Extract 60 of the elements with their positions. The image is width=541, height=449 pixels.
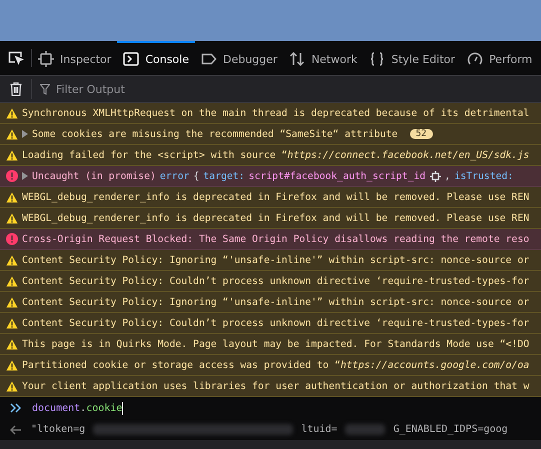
repeat-count-badge: 52 — [410, 129, 433, 139]
message-text: Uncaught (in promise) — [32, 170, 156, 182]
message-text: Content Security Policy: Couldn’t process unknown directive ‘require-trusted-types-for — [22, 276, 530, 286]
message-text: WEBGL_debug_renderer_info is deprecated in Firefox and will be removed. Please use REN — [22, 212, 530, 224]
message-text: Content Security Policy: Ignoring “'unsafe-inline'” within script-src: nonce-source or — [22, 296, 530, 308]
prompt-chevron-icon — [10, 403, 22, 413]
message-text: Some cookies are misusing the recommended “SameSite“ attribute — [32, 128, 398, 140]
message-text: Synchronous XMLHttpRequest on the main thread is deprecated because of its detrimental — [22, 108, 530, 118]
element-picker-icon — [8, 50, 24, 66]
message-text: Content Security Policy: Ignoring “'unsafe-inline'” within script-src: nonce-source or — [22, 254, 530, 266]
result-text: "ltoken=g — [31, 424, 86, 435]
result-arrow-icon — [10, 424, 21, 434]
devtools-tab[interactable]: Perform — [461, 41, 538, 75]
message-text: Cross-Origin Request Blocked: The Same Origin Policy disallows reading the remote reso — [22, 234, 530, 244]
gauge-icon — [467, 51, 484, 67]
warning-icon — [6, 108, 18, 118]
node-target-icon[interactable] — [430, 170, 441, 182]
object-token: , — [444, 170, 450, 182]
warning-icon — [6, 360, 18, 370]
expand-arrow-icon[interactable] — [22, 130, 28, 138]
warning-icon — [6, 254, 18, 266]
warning-icon — [6, 192, 18, 202]
devtools-tab[interactable]: Network — [283, 41, 364, 75]
message-text: Content Security Policy: Couldn’t process unknown directive ‘require-trusted-types-for — [22, 318, 530, 328]
warning-icon — [6, 296, 18, 308]
warning-icon — [6, 380, 18, 392]
warning-icon — [6, 212, 18, 224]
warning-icon — [6, 150, 18, 160]
object-token: script#facebook_auth_script_id — [248, 170, 426, 182]
devtools-tab[interactable]: Debugger — [194, 41, 284, 75]
message-text: Your client application uses libraries for user authentication or authorization that w — [22, 380, 530, 392]
warning-icon — [6, 338, 18, 350]
object-token: error — [160, 170, 190, 182]
error-icon — [6, 233, 18, 245]
filter-output-field[interactable]: Filter Output — [54, 82, 258, 96]
warning-icon — [6, 276, 18, 286]
object-token: target: — [203, 170, 245, 182]
error-icon — [6, 170, 18, 182]
debugger-icon — [200, 51, 217, 67]
devtools-tab[interactable]: Style Editor — [363, 41, 462, 75]
warning-icon — [6, 318, 18, 328]
filter-icon — [40, 84, 50, 94]
console-icon — [123, 51, 140, 67]
expand-arrow-icon[interactable] — [22, 172, 28, 180]
braces-icon — [369, 51, 386, 67]
result-text: ltuid= — [301, 424, 338, 435]
warning-icon — [6, 128, 18, 140]
message-text: Loading failed for the <script> with source “https://connect.facebook.net/en_US/sdk.js — [22, 150, 530, 160]
up-down-arrows-icon — [289, 51, 306, 67]
object-token: isTrusted: — [454, 170, 514, 182]
result-text: G_ENABLED_IDPS=goog — [393, 424, 508, 435]
console-input-field[interactable]: document.cookie — [32, 402, 124, 414]
devtools-tab[interactable]: Inspector — [32, 41, 118, 75]
message-text: This page is in Quirks Mode. Page layout may be impacted. For Standards Mode use “<!DO — [22, 338, 530, 350]
message-text: Partitioned cookie or storage access was provided to “https://accounts.google.com/o/oa — [22, 360, 530, 370]
message-text: WEBGL_debug_renderer_info is deprecated in Firefox and will be removed. Please use REN — [22, 192, 530, 202]
trash-icon — [10, 82, 22, 96]
redaction-blur — [345, 424, 386, 435]
object-token: { — [193, 170, 200, 182]
inspector-icon — [38, 51, 54, 67]
